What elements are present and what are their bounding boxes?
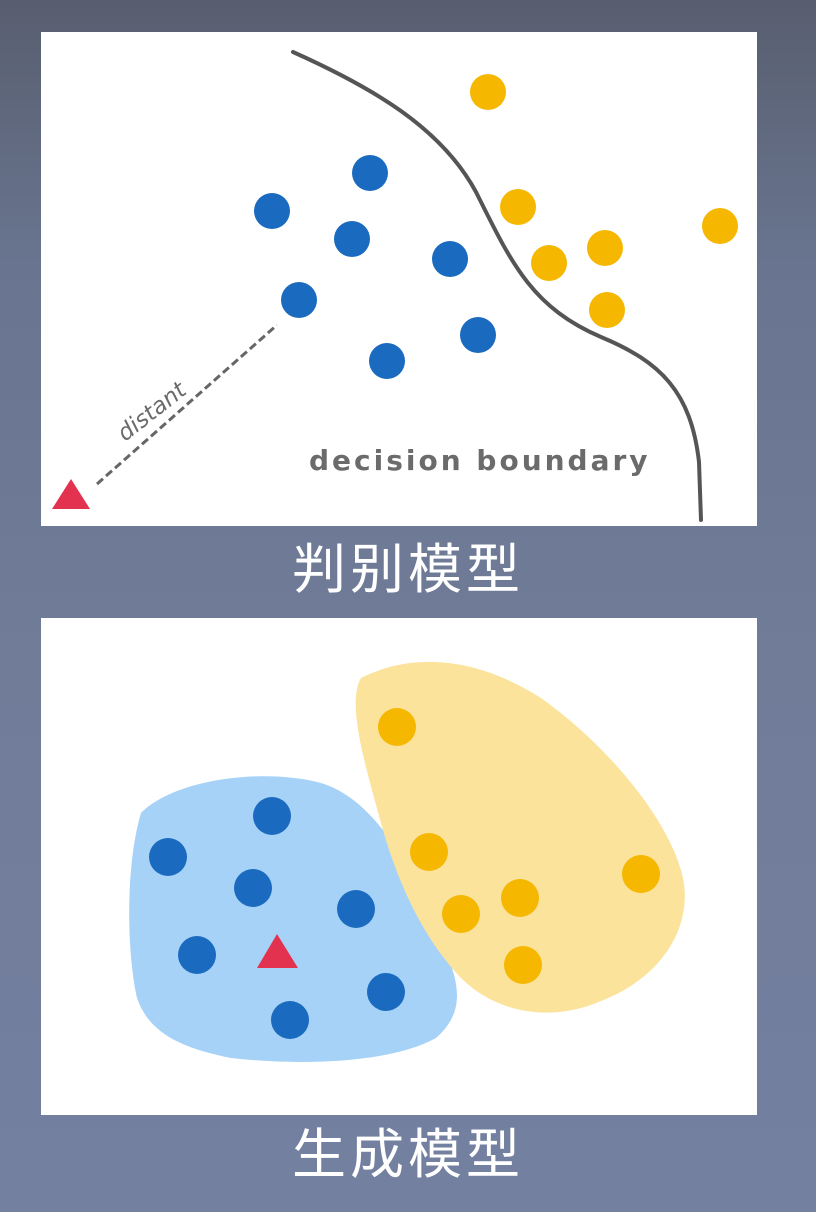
class-a-point <box>334 221 370 257</box>
class-a-point <box>369 343 405 379</box>
decision-boundary-label: decision boundary <box>309 444 651 477</box>
class-b-point <box>504 946 542 984</box>
discriminative-panel: distant decision boundary <box>41 32 757 526</box>
class-b-point <box>702 208 738 244</box>
class-a-point <box>271 1001 309 1039</box>
class-b-point <box>470 74 506 110</box>
class-a-point <box>367 973 405 1011</box>
class-a-point <box>432 241 468 277</box>
class-b-point <box>500 189 536 225</box>
class-a-point <box>460 317 496 353</box>
distance-dashed-line <box>96 323 278 486</box>
class-a-point <box>234 869 272 907</box>
class-a-point <box>178 936 216 974</box>
class-b-point <box>501 879 539 917</box>
class-a-point <box>352 155 388 191</box>
class-b-point <box>531 245 567 281</box>
class-a-point <box>253 797 291 835</box>
generative-diagram <box>129 661 685 1062</box>
class-a-point <box>281 282 317 318</box>
class-b-point <box>622 855 660 893</box>
class-b-point <box>378 708 416 746</box>
class-a-point <box>254 193 290 229</box>
class-b-point <box>410 833 448 871</box>
class-a-points <box>254 155 496 379</box>
discriminative-caption: 判别模型 <box>292 538 524 601</box>
class-b-points <box>470 74 738 328</box>
class-b-point <box>589 292 625 328</box>
query-triangle <box>52 479 90 509</box>
generative-panel <box>41 618 757 1115</box>
class-b-point <box>442 895 480 933</box>
class-b-point <box>587 230 623 266</box>
class-a-point <box>149 838 187 876</box>
generative-caption: 生成模型 <box>292 1123 524 1186</box>
discriminative-diagram: distant decision boundary <box>52 50 738 522</box>
class-a-point <box>337 890 375 928</box>
